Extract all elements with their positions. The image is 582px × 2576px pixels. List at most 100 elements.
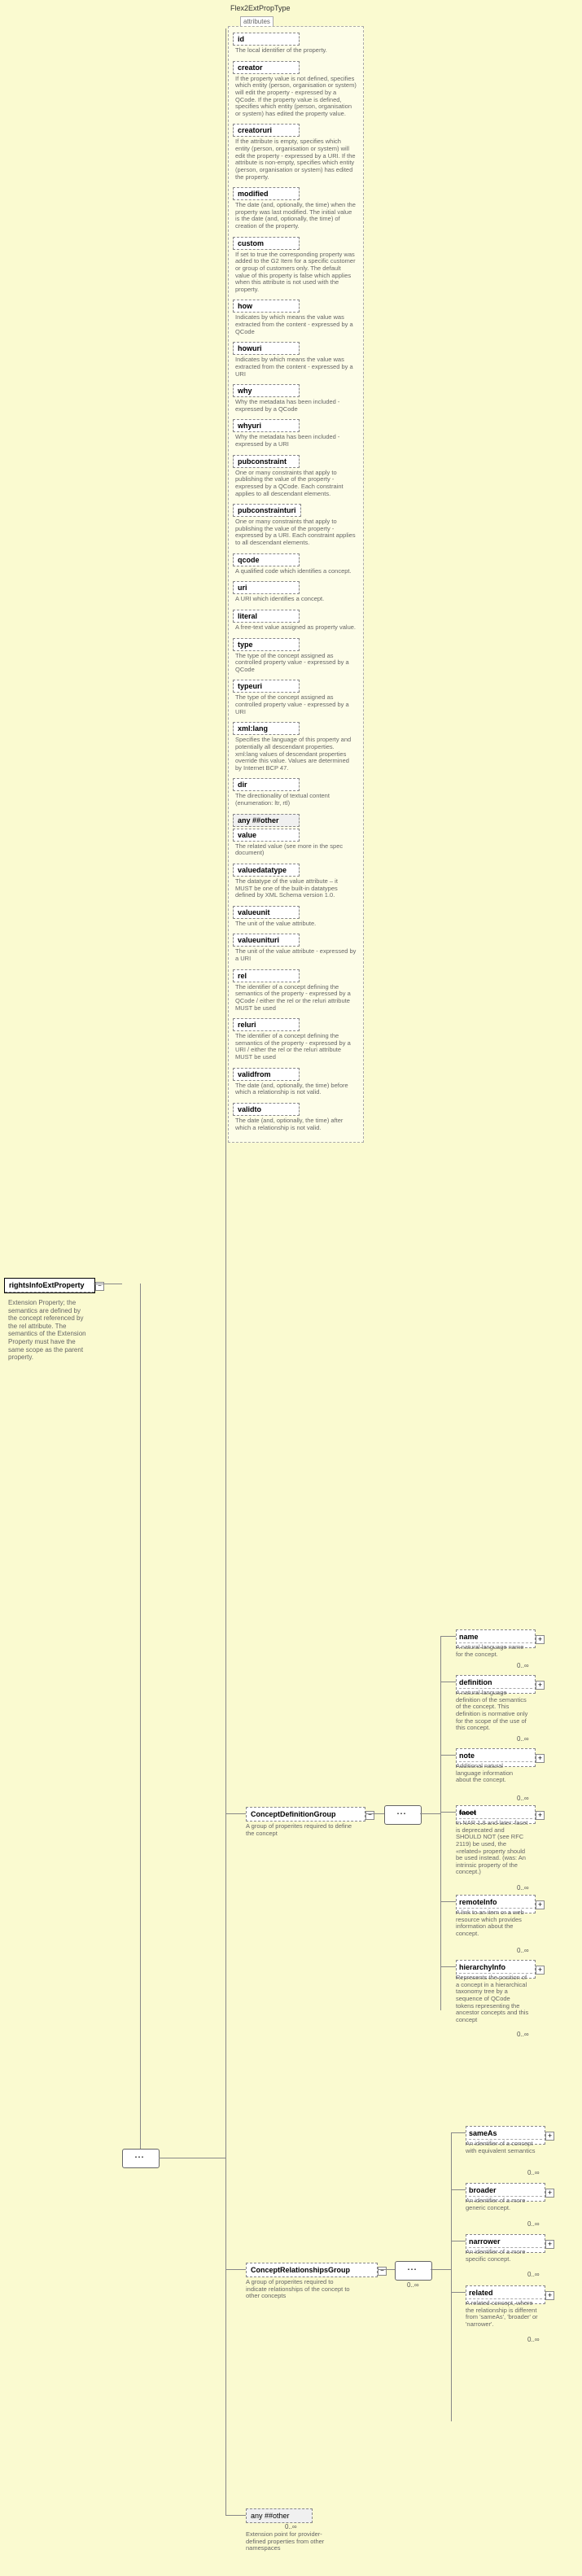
attribute-item: pubconstraintOne or many constraints tha… xyxy=(233,455,359,503)
attribute-name: qcode xyxy=(233,553,300,566)
expand-icon[interactable]: + xyxy=(545,2240,554,2249)
attribute-desc: The datatype of the value attribute – it… xyxy=(233,877,359,904)
attribute-name: dir xyxy=(233,778,300,791)
attribute-desc: Specifies the language of this property … xyxy=(233,735,359,776)
attribute-item: typeThe type of the concept assigned as … xyxy=(233,638,359,679)
expand-icon[interactable]: + xyxy=(536,1966,545,1975)
attribute-desc: Indicates by which means the value was e… xyxy=(233,355,359,383)
attribute-desc: A free-text value assigned as property v… xyxy=(233,623,359,636)
attribute-item: any ##other xyxy=(233,814,359,827)
attribute-name: valueunit xyxy=(233,906,300,919)
attribute-name: how xyxy=(233,300,300,313)
collapse-icon[interactable]: − xyxy=(365,1811,374,1820)
attribute-name: why xyxy=(233,384,300,397)
attribute-desc: One or many constraints that apply to pu… xyxy=(233,517,359,552)
attribute-desc: If the attribute is empty, specifies whi… xyxy=(233,137,359,186)
root-element: rightsInfoExtProperty − xyxy=(4,1278,95,1293)
attribute-desc: Why the metadata has been included - exp… xyxy=(233,397,359,418)
any-other-element: any ##other xyxy=(246,2508,313,2523)
expand-icon[interactable]: + xyxy=(536,1681,545,1690)
expand-icon[interactable]: + xyxy=(545,2132,554,2141)
attribute-desc: The local identifier of the property. xyxy=(233,46,359,59)
expand-icon[interactable]: + xyxy=(536,1635,545,1644)
attribute-name: creator xyxy=(233,61,300,74)
expand-icon[interactable]: + xyxy=(536,1754,545,1763)
attribute-name: whyuri xyxy=(233,419,300,432)
expand-icon[interactable]: + xyxy=(545,2189,554,2198)
attribute-name: valuedatatype xyxy=(233,864,300,877)
attribute-desc: The identifier of a concept defining the… xyxy=(233,982,359,1017)
attribute-desc: The type of the concept assigned as cont… xyxy=(233,651,359,679)
expand-icon[interactable]: + xyxy=(536,1811,545,1820)
attribute-item: uriA URI which identifies a concept. xyxy=(233,581,359,608)
attribute-item: customIf set to true the corresponding p… xyxy=(233,237,359,299)
attribute-desc: A URI which identifies a concept. xyxy=(233,594,359,608)
attribute-name: id xyxy=(233,33,300,46)
type-label: Flex2ExtPropType xyxy=(230,4,291,12)
cdg-desc: A group of properites required to define… xyxy=(246,1823,356,1837)
crg-desc: A group of properites required to indica… xyxy=(246,2279,356,2300)
attribute-desc: The identifier of a concept defining the… xyxy=(233,1031,359,1066)
attribute-name: pubconstrainturi xyxy=(233,504,301,517)
attribute-item: howuriIndicates by which means the value… xyxy=(233,342,359,383)
attribute-desc: One or many constraints that apply to pu… xyxy=(233,468,359,503)
attribute-desc: A qualified code which identifies a conc… xyxy=(233,566,359,580)
attribute-name: typeuri xyxy=(233,680,300,693)
attribute-desc: If set to true the corresponding propert… xyxy=(233,250,359,299)
attribute-item: valuedatatypeThe datatype of the value a… xyxy=(233,864,359,904)
attribute-item: validfromThe date (and, optionally, the … xyxy=(233,1068,359,1101)
attribute-item: xml:langSpecifies the language of this p… xyxy=(233,722,359,776)
attribute-name: value xyxy=(233,829,300,842)
attribute-name: uri xyxy=(233,581,300,594)
attribute-item: pubconstrainturiOne or many constraints … xyxy=(233,504,359,552)
attribute-any: any ##other xyxy=(233,814,300,827)
root-desc: Extension Property; the semantics are de… xyxy=(4,1297,94,1364)
attribute-item: dirThe directionality of textual content… xyxy=(233,778,359,811)
attribute-name: custom xyxy=(233,237,300,250)
attribute-item: creatorIf the property value is not defi… xyxy=(233,61,359,123)
attribute-item: modifiedThe date (and, optionally, the t… xyxy=(233,187,359,235)
root-name: rightsInfoExtProperty xyxy=(5,1279,94,1292)
attribute-name: xml:lang xyxy=(233,722,300,735)
attribute-item: whyuriWhy the metadata has been included… xyxy=(233,419,359,453)
attribute-name: modified xyxy=(233,187,300,200)
attributes-container: idThe local identifier of the property.c… xyxy=(228,26,364,1143)
attribute-name: literal xyxy=(233,610,300,623)
attribute-name: validto xyxy=(233,1103,300,1116)
attribute-desc: The related value (see more in the spec … xyxy=(233,842,359,862)
attribute-name: valueunituri xyxy=(233,934,300,947)
expand-icon[interactable]: + xyxy=(536,1900,545,1909)
attribute-item: reluriThe identifier of a concept defini… xyxy=(233,1018,359,1066)
attribute-desc: Indicates by which means the value was e… xyxy=(233,313,359,340)
attribute-desc: The unit of the value attribute. xyxy=(233,919,359,933)
choice-connector xyxy=(395,2261,432,2281)
attribute-item: creatoruriIf the attribute is empty, spe… xyxy=(233,124,359,186)
attribute-desc: The directionality of textual content (e… xyxy=(233,791,359,811)
attribute-item: howIndicates by which means the value wa… xyxy=(233,300,359,340)
attribute-desc: If the property value is not defined, sp… xyxy=(233,74,359,123)
attribute-desc: The date (and, optionally, the time) whe… xyxy=(233,200,359,235)
attribute-name: pubconstraint xyxy=(233,455,300,468)
attribute-name: rel xyxy=(233,969,300,982)
attribute-desc: The unit of the value attribute - expres… xyxy=(233,947,359,967)
attribute-item: validtoThe date (and, optionally, the ti… xyxy=(233,1103,359,1136)
attribute-item: valueunituriThe unit of the value attrib… xyxy=(233,934,359,967)
attribute-item: typeuriThe type of the concept assigned … xyxy=(233,680,359,720)
attribute-name: howuri xyxy=(233,342,300,355)
expand-icon[interactable]: + xyxy=(545,2291,554,2300)
attribute-item: qcodeA qualified code which identifies a… xyxy=(233,553,359,580)
attribute-desc: The date (and, optionally, the time) bef… xyxy=(233,1081,359,1101)
collapse-icon[interactable]: − xyxy=(378,2267,387,2276)
attribute-name: reluri xyxy=(233,1018,300,1031)
attribute-name: creatoruri xyxy=(233,124,300,137)
concept-definition-group: ConceptDefinitionGroup − xyxy=(246,1807,365,1822)
attribute-desc: The date (and, optionally, the time) aft… xyxy=(233,1116,359,1136)
sequence-connector xyxy=(384,1805,422,1825)
attribute-item: idThe local identifier of the property. xyxy=(233,33,359,59)
attribute-desc: The type of the concept assigned as cont… xyxy=(233,693,359,720)
attribute-name: validfrom xyxy=(233,1068,300,1081)
attribute-item: whyWhy the metadata has been included - … xyxy=(233,384,359,418)
attribute-item: valueThe related value (see more in the … xyxy=(233,829,359,862)
concept-relationships-group: ConceptRelationshipsGroup − xyxy=(246,2263,378,2277)
attribute-desc: Why the metadata has been included - exp… xyxy=(233,432,359,453)
